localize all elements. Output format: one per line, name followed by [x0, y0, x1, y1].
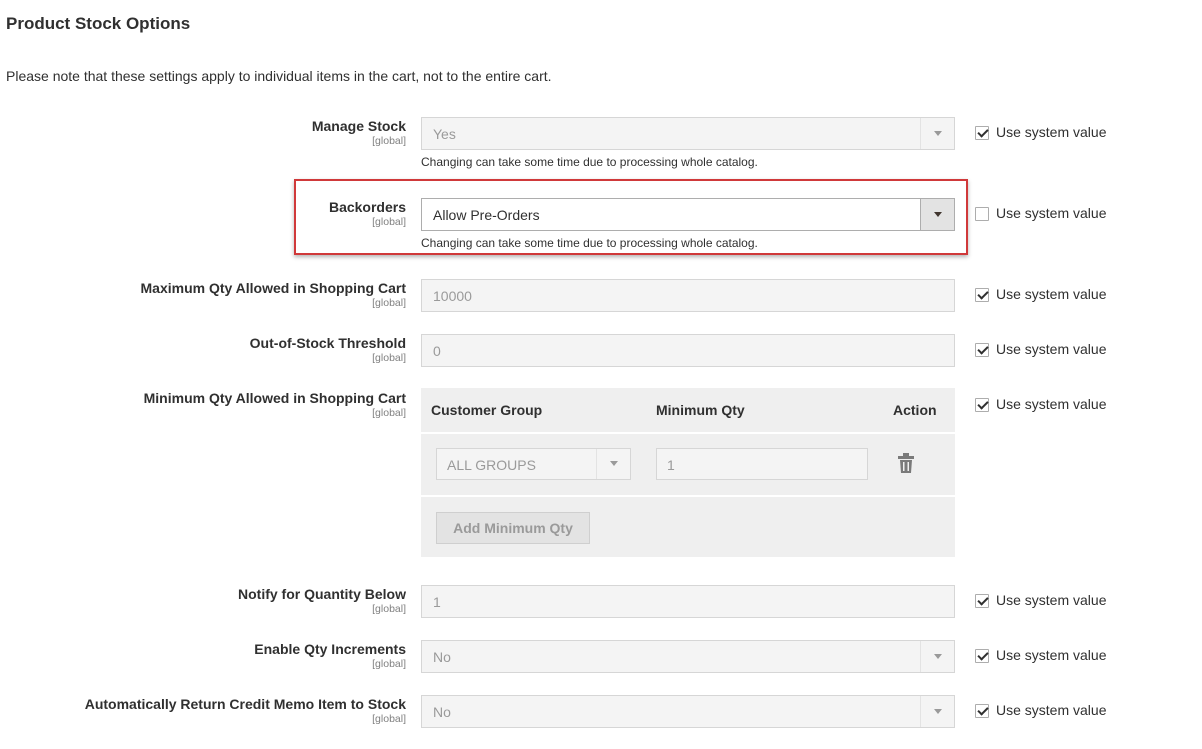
notify-below-label-group: Notify for Quantity Below [global]	[238, 586, 406, 615]
section-title: Product Stock Options	[6, 14, 191, 33]
trash-icon[interactable]	[898, 453, 914, 473]
notify-below-input[interactable]: 1	[421, 585, 955, 618]
min-qty-label-group: Minimum Qty Allowed in Shopping Cart [gl…	[144, 390, 406, 419]
out-of-stock-value: 0	[433, 343, 441, 359]
out-of-stock-input[interactable]: 0	[421, 334, 955, 367]
qty-increments-select[interactable]: No	[421, 640, 955, 673]
min-qty-label: Minimum Qty Allowed in Shopping Cart	[143, 390, 406, 406]
use-system-checkbox[interactable]	[975, 288, 989, 302]
qty-increments-label-group: Enable Qty Increments [global]	[254, 641, 406, 670]
divider	[421, 432, 955, 434]
manage-stock-select[interactable]: Yes	[421, 117, 955, 150]
out-of-stock-label-group: Out-of-Stock Threshold [global]	[250, 335, 406, 364]
column-header-minimum-qty: Minimum Qty	[656, 402, 745, 418]
scope-label: [global]	[372, 713, 406, 725]
max-qty-input[interactable]: 10000	[421, 279, 955, 312]
notify-below-label: Notify for Quantity Below	[238, 586, 406, 602]
chevron-down-icon	[596, 449, 630, 479]
scope-label: [global]	[372, 658, 406, 670]
manage-stock-label: Manage Stock	[311, 118, 406, 134]
column-header-customer-group: Customer Group	[431, 402, 543, 418]
manage-stock-value: Yes	[433, 126, 456, 142]
qty-increments-value: No	[433, 649, 451, 665]
divider	[421, 495, 955, 497]
use-system-label: Use system value	[996, 702, 1107, 718]
use-system-label: Use system value	[996, 647, 1107, 663]
section-note: Please note that these settings apply to…	[6, 68, 552, 84]
scope-label: [global]	[372, 297, 406, 309]
credit-memo-label-group: Automatically Return Credit Memo Item to…	[85, 696, 406, 725]
scope-label: [global]	[372, 352, 406, 364]
chevron-down-icon	[920, 641, 954, 672]
max-qty-label: Maximum Qty Allowed in Shopping Cart	[140, 280, 407, 296]
use-system-label: Use system value	[996, 396, 1107, 412]
scope-label: [global]	[372, 407, 406, 419]
highlight-box	[294, 179, 968, 255]
minimum-qty-value: 1	[667, 457, 675, 473]
notify-below-value: 1	[433, 594, 441, 610]
max-qty-label-group: Maximum Qty Allowed in Shopping Cart [gl…	[141, 280, 407, 309]
customer-group-value: ALL GROUPS	[447, 457, 536, 473]
minimum-qty-input[interactable]: 1	[656, 448, 868, 480]
credit-memo-select[interactable]: No	[421, 695, 955, 728]
use-system-label: Use system value	[996, 286, 1107, 302]
scope-label: [global]	[372, 603, 406, 615]
use-system-label: Use system value	[996, 341, 1107, 357]
manage-stock-label-group: Manage Stock [global]	[312, 118, 406, 147]
use-system-checkbox[interactable]	[975, 126, 989, 140]
credit-memo-label: Automatically Return Credit Memo Item to…	[84, 696, 406, 712]
use-system-checkbox[interactable]	[975, 343, 989, 357]
use-system-checkbox[interactable]	[975, 649, 989, 663]
use-system-checkbox[interactable]	[975, 704, 989, 718]
max-qty-value: 10000	[433, 288, 472, 304]
scope-label: [global]	[372, 135, 406, 147]
out-of-stock-label: Out-of-Stock Threshold	[249, 335, 406, 351]
credit-memo-value: No	[433, 704, 451, 720]
customer-group-select[interactable]: ALL GROUPS	[436, 448, 631, 480]
qty-increments-label: Enable Qty Increments	[254, 641, 406, 657]
manage-stock-hint: Changing can take some time due to proce…	[421, 155, 758, 169]
use-system-checkbox[interactable]	[975, 594, 989, 608]
add-minimum-qty-button[interactable]: Add Minimum Qty	[436, 512, 590, 544]
min-qty-table: Customer Group Minimum Qty Action ALL GR…	[421, 388, 955, 557]
use-system-label: Use system value	[996, 205, 1107, 221]
use-system-checkbox[interactable]	[975, 398, 989, 412]
chevron-down-icon	[920, 118, 954, 149]
column-header-action: Action	[893, 402, 937, 418]
use-system-label: Use system value	[996, 124, 1107, 140]
use-system-label: Use system value	[996, 592, 1107, 608]
use-system-checkbox[interactable]	[975, 207, 989, 221]
chevron-down-icon	[920, 696, 954, 727]
